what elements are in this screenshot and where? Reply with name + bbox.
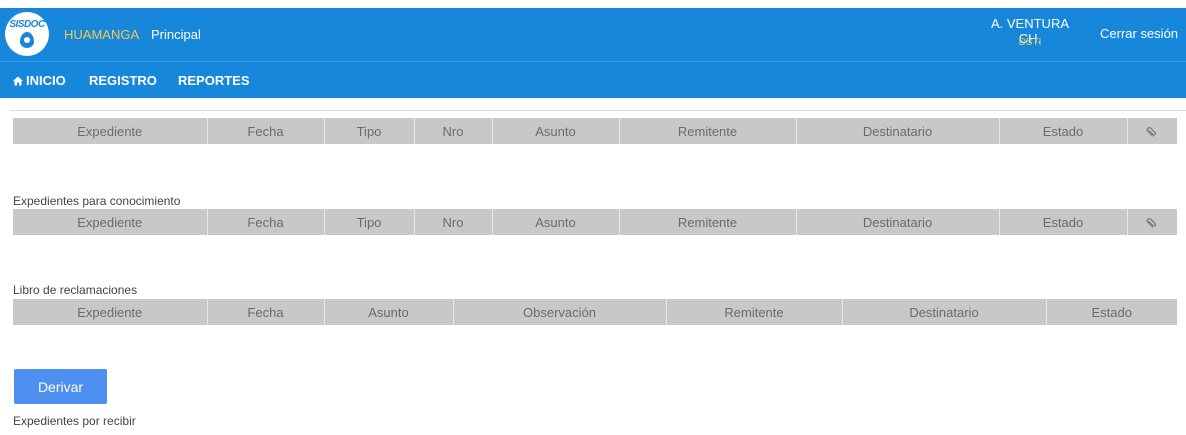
column-header[interactable]: Remitente: [619, 209, 797, 235]
section-title-por-recibir: Expedientes por recibir: [13, 414, 136, 428]
brand-name[interactable]: HUAMANGA: [64, 27, 139, 42]
top-header-bar: SISDOC HUAMANGA Principal A. VENTURA CH.…: [0, 8, 1186, 62]
paperclip-icon: [1146, 127, 1157, 137]
table-header-row: Expediente Fecha Tipo Nro Asunto Remiten…: [13, 209, 1177, 235]
sisdoc-logo[interactable]: SISDOC: [5, 12, 49, 56]
column-header[interactable]: Fecha: [207, 118, 325, 144]
column-header[interactable]: Remitente: [619, 118, 797, 144]
page-subtitle[interactable]: Principal: [151, 27, 201, 42]
column-header[interactable]: Nro: [414, 209, 493, 235]
derivar-button[interactable]: Derivar: [14, 369, 107, 404]
main-navbar: INICIO REGISTRO REPORTES: [0, 62, 1186, 98]
column-header[interactable]: Tipo: [324, 209, 415, 235]
table-header-row: Expediente Fecha Tipo Nro Asunto Remiten…: [13, 118, 1177, 144]
column-header-attachment[interactable]: [1127, 209, 1177, 235]
nav-item-inicio[interactable]: INICIO: [13, 73, 66, 88]
column-header[interactable]: Expediente: [13, 299, 208, 325]
nav-item-registro[interactable]: REGISTRO: [89, 73, 157, 88]
reclamaciones-table: Expediente Fecha Asunto Observación Remi…: [13, 299, 1177, 325]
nav-item-label: INICIO: [26, 73, 66, 88]
column-header[interactable]: Fecha: [207, 299, 325, 325]
expedientes-table: Expediente Fecha Tipo Nro Asunto Remiten…: [13, 118, 1177, 144]
column-header[interactable]: Fecha: [207, 209, 325, 235]
section-title-conocimiento: Expedientes para conocimiento: [13, 194, 181, 208]
section-title-reclamaciones: Libro de reclamaciones: [13, 283, 138, 297]
column-header[interactable]: Estado: [1046, 299, 1177, 325]
table-header-row: Expediente Fecha Asunto Observación Remi…: [13, 299, 1177, 325]
column-header[interactable]: Destinatario: [842, 299, 1047, 325]
column-header[interactable]: Nro: [414, 118, 493, 144]
column-header-attachment[interactable]: [1127, 118, 1177, 144]
column-header[interactable]: Asunto: [324, 299, 454, 325]
column-header[interactable]: Asunto: [492, 118, 620, 144]
user-department: DSTI: [1018, 37, 1042, 48]
home-icon: [13, 76, 23, 86]
column-header[interactable]: Destinatario: [796, 118, 1000, 144]
content-divider: [10, 110, 1186, 111]
column-header[interactable]: Tipo: [324, 118, 415, 144]
column-header[interactable]: Expediente: [13, 118, 208, 144]
conocimiento-table: Expediente Fecha Tipo Nro Asunto Remiten…: [13, 209, 1177, 235]
column-header[interactable]: Destinatario: [796, 209, 1000, 235]
logout-link[interactable]: Cerrar sesión: [1100, 26, 1178, 41]
column-header[interactable]: Estado: [999, 209, 1128, 235]
column-header[interactable]: Asunto: [492, 209, 620, 235]
logo-text: SISDOC: [9, 19, 45, 30]
column-header[interactable]: Estado: [999, 118, 1128, 144]
paperclip-icon: [1146, 218, 1157, 228]
column-header[interactable]: Expediente: [13, 209, 208, 235]
column-header[interactable]: Observación: [453, 299, 667, 325]
nav-item-reportes[interactable]: REPORTES: [178, 73, 250, 88]
drop-icon: [20, 32, 34, 48]
column-header[interactable]: Remitente: [666, 299, 843, 325]
